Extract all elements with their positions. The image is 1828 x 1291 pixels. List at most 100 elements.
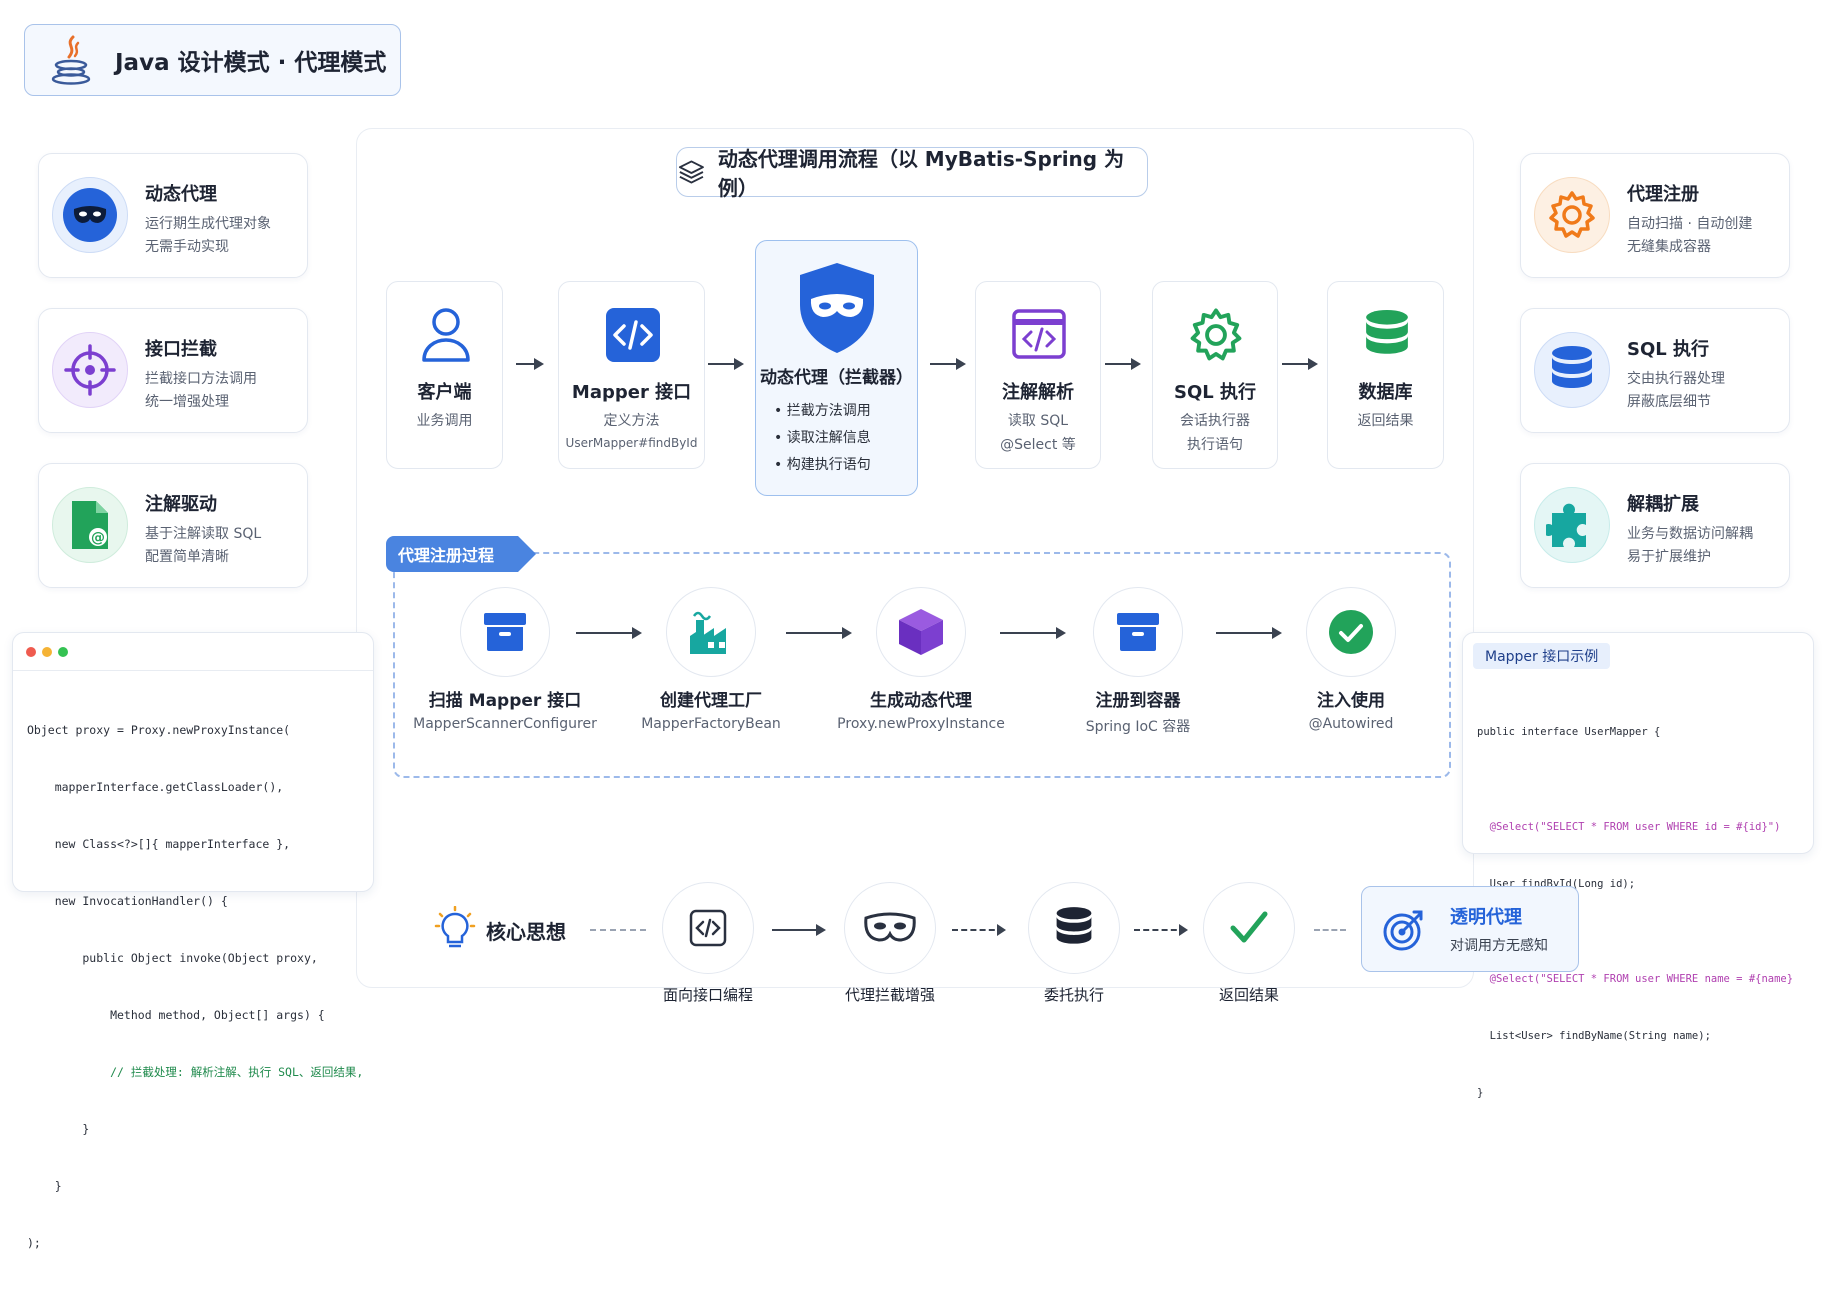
flow-database: 数据库 返回结果 — [1327, 281, 1444, 469]
crosshair-icon — [52, 332, 128, 408]
flow-desc: 会话执行器 — [1180, 413, 1250, 429]
puzzle-icon — [1534, 487, 1610, 563]
lightbulb-icon — [434, 906, 476, 948]
feature-desc: 拦截接口方法调用 — [145, 371, 257, 387]
feature-desc: 无缝集成容器 — [1627, 239, 1711, 255]
flow-title: 注解解析 — [1002, 382, 1074, 403]
flow-title: SQL 执行 — [1173, 382, 1256, 403]
feature-title: 代理注册 — [1627, 184, 1699, 205]
feature-desc: 易于扩展维护 — [1627, 549, 1711, 565]
bullet-item: • 拦截方法调用 — [774, 403, 871, 419]
cube-icon — [876, 587, 966, 677]
feature-card-proxy-registration: 代理注册 自动扫描 · 自动创建 无缝集成容器 — [1520, 153, 1790, 278]
code-label: Mapper 接口示例 — [1473, 643, 1611, 669]
reg-arrow — [1000, 627, 1066, 639]
feature-card-sql-execution: SQL 执行 交由执行器处理 屏蔽底层细节 — [1520, 308, 1790, 433]
feature-title: 注解驱动 — [145, 494, 217, 515]
code-line: public Object invoke(Object proxy, — [27, 951, 318, 965]
feature-card-decoupling: 解耦扩展 业务与数据访问解耦 易于扩展维护 — [1520, 463, 1790, 588]
core-step-label: 面向接口编程 — [662, 986, 753, 1004]
reg-step-desc: MapperFactoryBean — [641, 716, 781, 732]
feature-desc: 基于注解读取 SQL — [145, 526, 262, 542]
code-line: } — [27, 1179, 62, 1193]
gear-icon — [1190, 308, 1242, 361]
svg-text:@: @ — [91, 530, 105, 546]
flow-arrow — [1105, 358, 1141, 370]
flow-bullets: • 拦截方法调用 • 读取注解信息 • 构建执行语句 — [774, 398, 871, 479]
code-window-icon — [1012, 309, 1066, 359]
flow-desc: 返回结果 — [1357, 413, 1414, 429]
flow-arrow — [516, 358, 544, 370]
user-icon — [422, 308, 470, 362]
code-line: } — [27, 1122, 90, 1136]
code-block: Object proxy = Proxy.newProxyInstance( m… — [27, 683, 363, 1291]
flow-arrow — [1282, 358, 1318, 370]
flow-sub: UserMapper#findById — [565, 436, 698, 450]
flow-arrow — [708, 358, 744, 370]
code-line: mapperInterface.getClassLoader(), — [27, 780, 284, 794]
database-icon — [1366, 309, 1408, 354]
core-step-label: 委托执行 — [1043, 986, 1104, 1004]
flow-title: 动态代理（拦截器） — [760, 368, 913, 388]
checkmark-icon — [1203, 882, 1295, 974]
code-window-mapper: Mapper 接口示例 public interface UserMapper … — [1462, 632, 1814, 1099]
feature-desc: 配置简单清晰 — [145, 549, 229, 565]
code-line: Object proxy = Proxy.newProxyInstance( — [27, 723, 291, 737]
flow-desc: 读取 SQL — [1007, 413, 1069, 429]
flow-mapper-interface: Mapper 接口 定义方法 UserMapper#findById — [558, 281, 705, 469]
feature-card-interface-intercept: 接口拦截 拦截接口方法调用 统一增强处理 — [38, 308, 308, 433]
shield-mask-icon — [800, 263, 874, 353]
feature-desc: 运行期生成代理对象 — [145, 216, 271, 232]
registration-tag: 代理注册过程 — [386, 536, 536, 572]
window-maximize-dot — [58, 647, 68, 657]
section-title-text: 动态代理调用流程（以 MyBatis-Spring 为例） — [717, 147, 1125, 200]
flow-sub: @Select 等 — [1000, 437, 1076, 453]
feature-desc: 自动扫描 · 自动创建 — [1627, 216, 1753, 232]
code-line: Method method, Object[] args) { — [27, 1008, 325, 1022]
reg-step-title: 注册到容器 — [1095, 691, 1181, 711]
core-dash — [590, 929, 646, 931]
target-icon — [1383, 910, 1423, 951]
flow-desc: 定义方法 — [603, 413, 660, 429]
window-minimize-dot — [42, 647, 52, 657]
feature-title: 动态代理 — [145, 184, 217, 205]
feature-desc: 屏蔽底层细节 — [1627, 394, 1711, 410]
java-icon — [51, 35, 91, 85]
code-line: public interface UserMapper { — [1477, 726, 1661, 738]
feature-desc: 交由执行器处理 — [1627, 371, 1725, 387]
code-line: new Class<?>[]{ mapperInterface }, — [27, 837, 291, 851]
reg-arrow — [1216, 627, 1282, 639]
reg-arrow — [786, 627, 852, 639]
flow-dynamic-proxy: 动态代理（拦截器） • 拦截方法调用 • 读取注解信息 • 构建执行语句 — [755, 240, 918, 496]
code-line: @Select("SELECT * FROM user WHERE id = #… — [1477, 821, 1781, 833]
highlight-title: 透明代理 — [1450, 907, 1522, 928]
core-arrow — [952, 924, 1006, 936]
code-icon — [606, 308, 660, 362]
reg-step-desc: Proxy.newProxyInstance — [837, 716, 1005, 732]
annotation-file-icon: @ — [52, 487, 128, 563]
code-line: List<User> findByName(String name); — [1477, 1030, 1711, 1042]
flow-sql-execute: SQL 执行 会话执行器 执行语句 — [1152, 281, 1278, 469]
reg-step-desc: @Autowired — [1308, 716, 1394, 732]
layers-icon — [678, 160, 704, 184]
code-line: @Select("SELECT * FROM user WHERE name =… — [1477, 973, 1794, 985]
feature-title: 解耦扩展 — [1627, 494, 1699, 515]
code-line: new InvocationHandler() { — [27, 894, 228, 908]
check-circle-icon — [1306, 587, 1396, 677]
highlight-desc: 对调用方无感知 — [1450, 938, 1548, 954]
flow-annotation-parse: 注解解析 读取 SQL @Select 等 — [975, 281, 1101, 469]
feature-card-dynamic-proxy: 动态代理 运行期生成代理对象 无需手动实现 — [38, 153, 308, 278]
reg-step-desc: Spring IoC 容器 — [1085, 719, 1191, 735]
reg-step-title: 生成动态代理 — [870, 691, 972, 711]
section-title: 动态代理调用流程（以 MyBatis-Spring 为例） — [676, 147, 1148, 200]
database-icon — [1534, 332, 1610, 408]
reg-step-title: 注入使用 — [1317, 691, 1385, 711]
code-line: ); — [27, 1236, 41, 1250]
code-window-proxy: Object proxy = Proxy.newProxyInstance( m… — [12, 632, 374, 1250]
archive-icon — [460, 587, 550, 677]
flow-arrow — [930, 358, 966, 370]
core-arrow — [772, 924, 826, 936]
core-step-label: 返回结果 — [1218, 986, 1279, 1004]
transparent-proxy-card: 透明代理 对调用方无感知 — [1361, 886, 1579, 972]
gear-icon — [1534, 177, 1610, 253]
